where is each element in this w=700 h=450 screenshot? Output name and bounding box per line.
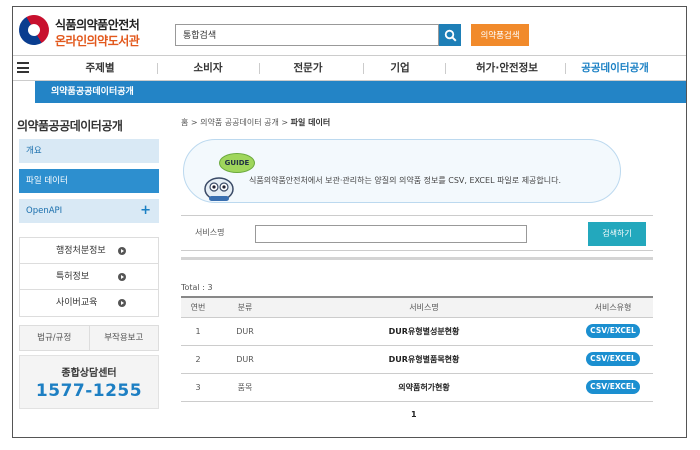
cell-service-name[interactable]: DUR유형별성분현황 xyxy=(275,317,573,346)
data-table: 연번 분류 서비스명 서비스유형 1 DUR DUR유형별성분현황 CSV/EX… xyxy=(181,296,653,402)
sidebar-item-overview[interactable]: 개요 xyxy=(19,139,159,163)
government-logo-icon[interactable] xyxy=(13,9,55,51)
col-header-category: 분류 xyxy=(215,296,275,318)
cell-service-name[interactable]: DUR유형별품목현황 xyxy=(275,345,573,374)
col-header-service-name: 서비스명 xyxy=(275,296,573,318)
cell-service-type: CSV/EXCEL xyxy=(573,345,653,374)
csv-excel-download-button[interactable]: CSV/EXCEL xyxy=(586,324,640,338)
cell-service-name[interactable]: 의약품허가현황 xyxy=(275,373,573,402)
sidebar-item-label: OpenAPI xyxy=(26,206,63,216)
nav-item-business[interactable]: 기업 xyxy=(365,56,435,80)
breadcrumb-home[interactable]: 홈 xyxy=(181,118,188,127)
guide-text: 식품의약품안전처에서 보관·관리하는 양질의 의약품 정보를 CSV, EXCE… xyxy=(249,176,562,185)
subnav-bar: 의약품공공데이터공개 xyxy=(35,81,686,103)
call-center-number: 1577-1255 xyxy=(35,381,143,401)
cell-category: DUR xyxy=(215,345,275,374)
divider xyxy=(181,257,653,260)
call-center-box: 종합상담센터 1577-1255 xyxy=(19,355,159,409)
cell-no: 2 xyxy=(181,345,215,374)
sidebar-title: 의약품공공데이터공개 xyxy=(17,119,123,133)
nav-item-consumer[interactable]: 소비자 xyxy=(173,56,243,80)
service-search-row: 서비스명 검색하기 xyxy=(181,215,653,251)
total-count: Total : 3 xyxy=(181,283,213,292)
site-header: 식품의약품안전처 온라인의약도서관 통합검색 의약품검색 xyxy=(13,7,686,55)
plus-icon[interactable]: + xyxy=(140,199,151,223)
cell-service-type: CSV/EXCEL xyxy=(573,373,653,402)
search-icon xyxy=(444,29,457,42)
breadcrumb-current: 파일 데이터 xyxy=(290,118,331,127)
nav-item-expert[interactable]: 전문가 xyxy=(271,56,345,80)
call-center-label: 종합상담센터 xyxy=(61,368,117,379)
main-nav: 주제별 소비자 전문가 기업 허가·안전정보 공공데이터공개 xyxy=(13,55,686,81)
breadcrumb-public-data[interactable]: 의약품 공공데이터 공개 xyxy=(200,118,279,127)
sidebar-quick-links: 법규/규정 부작용보고 xyxy=(19,325,159,351)
search-button[interactable] xyxy=(439,24,461,46)
cell-category: DUR xyxy=(215,317,275,346)
sidebar-item-cyber-education[interactable]: 사이버교육 xyxy=(20,290,158,316)
cell-no: 3 xyxy=(181,373,215,402)
side-effect-report-link[interactable]: 부작용보고 xyxy=(90,326,159,350)
sidebar-item-label: 특허정보 xyxy=(56,272,90,282)
table-header-row: 연번 분류 서비스명 서비스유형 xyxy=(181,296,653,318)
cell-service-type: CSV/EXCEL xyxy=(573,317,653,346)
csv-excel-download-button[interactable]: CSV/EXCEL xyxy=(586,380,640,394)
nav-item-topic[interactable]: 주제별 xyxy=(65,56,135,80)
table-row: 3 품목 의약품허가현황 CSV/EXCEL xyxy=(181,373,653,402)
subnav-item-drug-public-data[interactable]: 의약품공공데이터공개 xyxy=(51,81,134,103)
table-row: 2 DUR DUR유형별품목현황 CSV/EXCEL xyxy=(181,345,653,374)
service-name-label: 서비스명 xyxy=(195,228,225,237)
cell-no: 1 xyxy=(181,317,215,346)
csv-excel-download-button[interactable]: CSV/EXCEL xyxy=(586,352,640,366)
cell-category: 품목 xyxy=(215,373,275,402)
law-regulation-link[interactable]: 법규/규정 xyxy=(20,326,90,350)
menu-icon[interactable] xyxy=(17,62,29,73)
sidebar-item-admin-disposition[interactable]: 행정처분정보 xyxy=(20,238,158,264)
sidebar-item-label: 사이버교육 xyxy=(56,298,98,308)
breadcrumb: 홈 > 의약품 공공데이터 공개 > 파일 데이터 xyxy=(181,118,331,127)
arrow-right-icon xyxy=(118,273,126,281)
page-frame: 식품의약품안전처 온라인의약도서관 통합검색 의약품검색 주제별 소비자 전문가… xyxy=(12,6,687,438)
brand-subtitle[interactable]: 온라인의약도서관 xyxy=(55,32,140,49)
search-submit-button[interactable]: 검색하기 xyxy=(588,222,646,246)
brand-title[interactable]: 식품의약품안전처 xyxy=(55,16,140,33)
guide-box xyxy=(183,139,621,203)
guide-badge: GUIDE xyxy=(219,153,255,173)
sidebar-item-patent[interactable]: 특허정보 xyxy=(20,264,158,290)
arrow-right-icon xyxy=(118,299,126,307)
pagination-page-1[interactable]: 1 xyxy=(411,410,417,419)
sidebar-sublist: 행정처분정보 특허정보 사이버교육 xyxy=(19,237,159,317)
nav-item-permit-safety[interactable]: 허가·안전정보 xyxy=(457,56,557,80)
guide-mascot-icon xyxy=(204,177,234,201)
table-row: 1 DUR DUR유형별성분현황 CSV/EXCEL xyxy=(181,317,653,346)
col-header-no: 연번 xyxy=(181,296,215,318)
nav-item-public-data[interactable]: 공공데이터공개 xyxy=(563,56,667,80)
sidebar-item-openapi[interactable]: OpenAPI + xyxy=(19,199,159,223)
sidebar-item-label: 행정처분정보 xyxy=(56,246,106,256)
service-name-input[interactable] xyxy=(255,225,527,243)
drug-search-button[interactable]: 의약품검색 xyxy=(471,24,529,46)
arrow-right-icon xyxy=(118,247,126,255)
search-input[interactable]: 통합검색 xyxy=(175,24,439,46)
sidebar-item-file-data[interactable]: 파일 데이터 xyxy=(19,169,159,193)
col-header-service-type: 서비스유형 xyxy=(573,296,653,318)
